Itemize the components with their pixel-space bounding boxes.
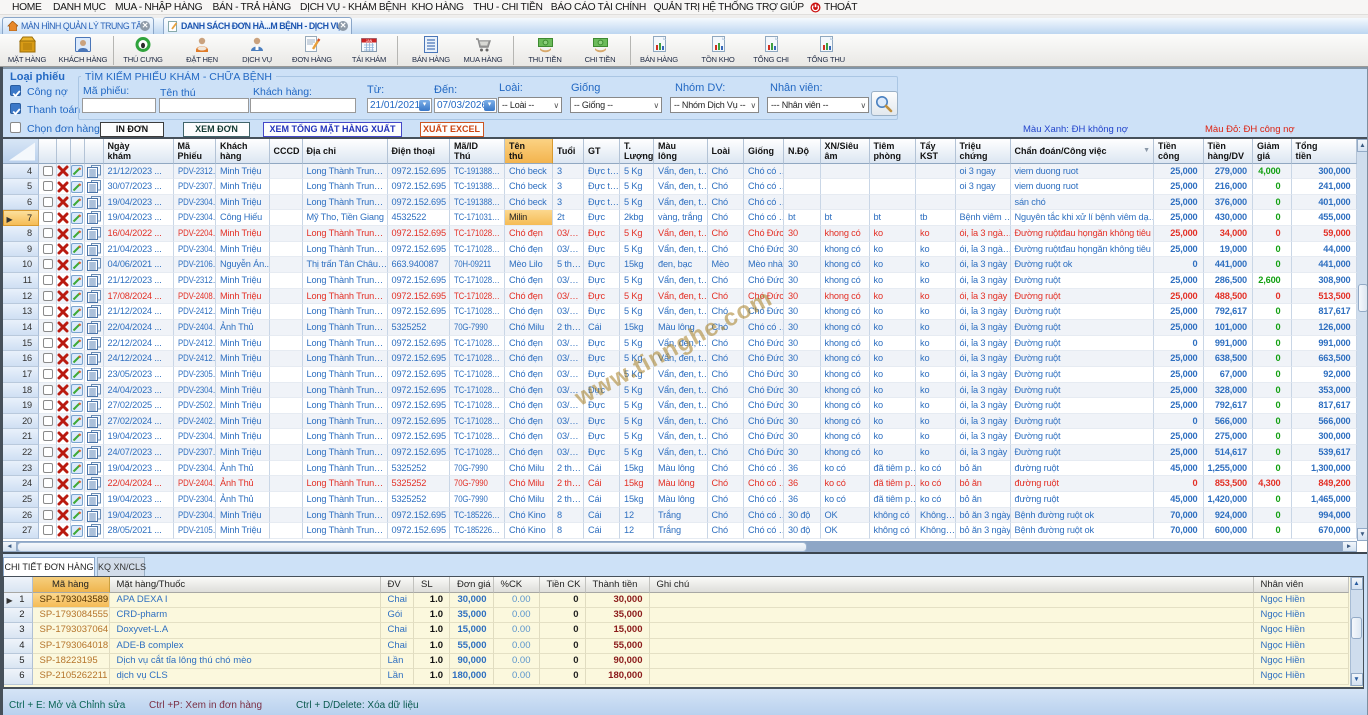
svg-text:JAN: JAN bbox=[366, 39, 373, 43]
